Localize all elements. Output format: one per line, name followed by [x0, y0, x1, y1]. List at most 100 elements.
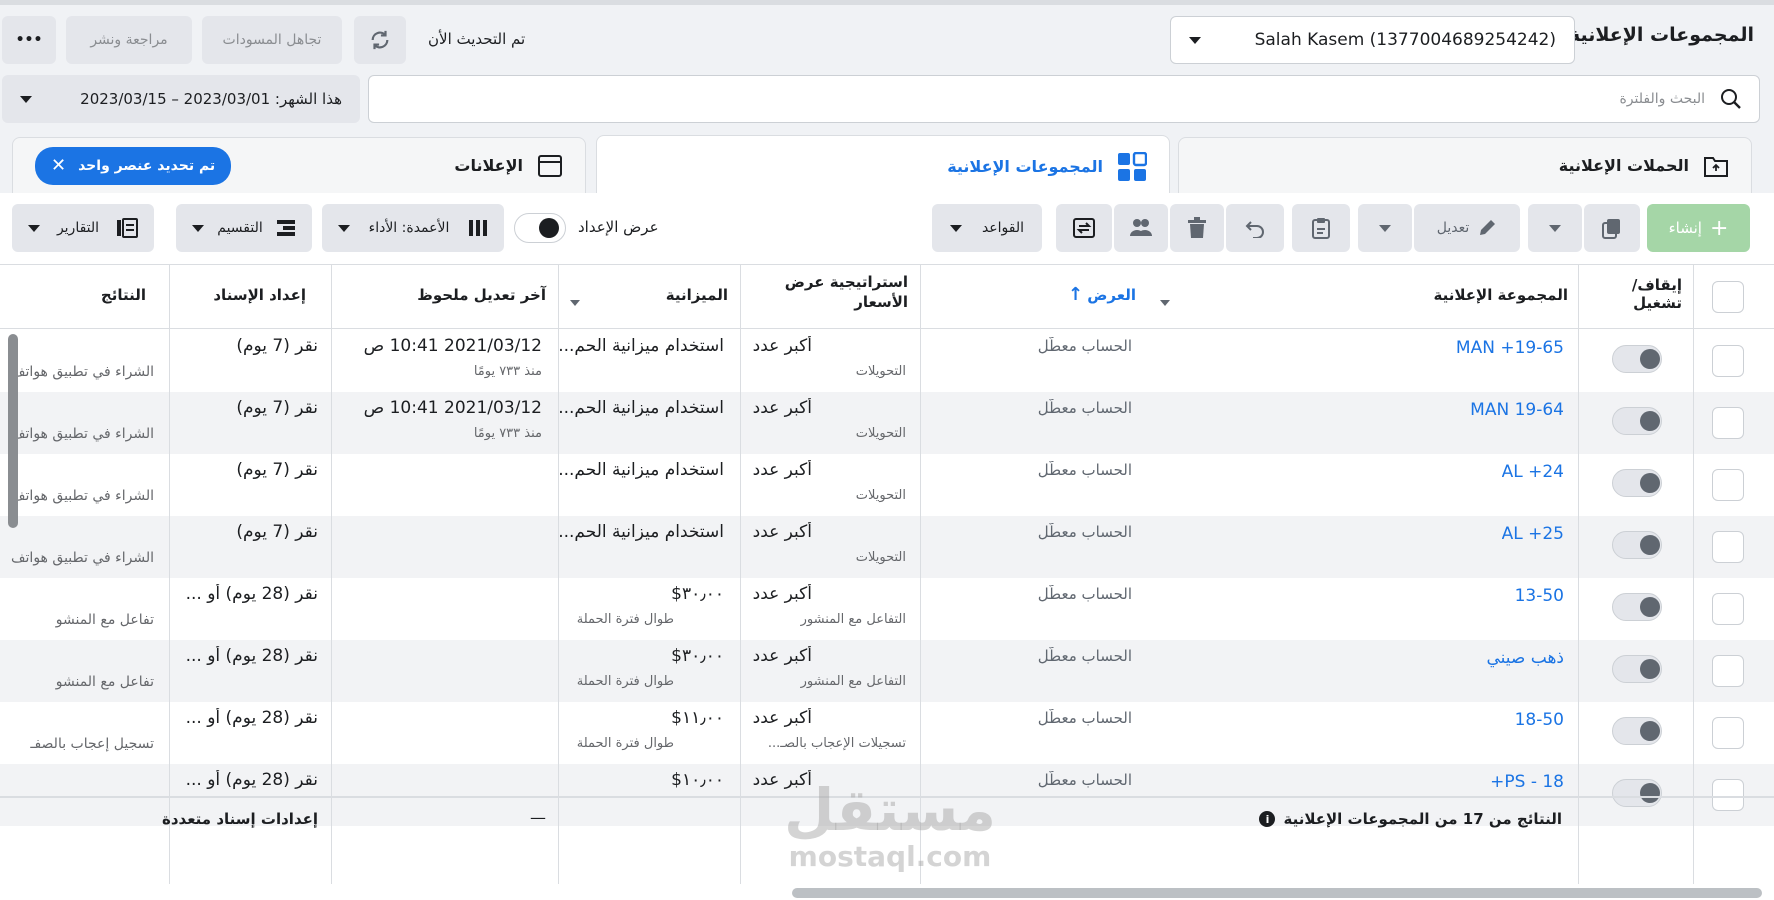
- col-budget-caret[interactable]: [570, 292, 580, 310]
- adset-name-link[interactable]: 19-65+ MAN: [1456, 338, 1564, 358]
- attribution-setting: نقر (7 يوم): [236, 522, 318, 542]
- review-publish-button[interactable]: مراجعة ونشر: [66, 16, 192, 64]
- table-row[interactable]: ذهب صيني الحساب معطّل أكبر عدد التفاعل مع ا…: [0, 640, 1774, 702]
- adset-name-link[interactable]: PS - 18+: [1490, 772, 1564, 792]
- tab-adsets[interactable]: المجموعات الإعلانية: [596, 135, 1170, 197]
- chevron-down-icon: [20, 95, 32, 103]
- budget: استخدام ميزانية الحم...: [558, 398, 724, 418]
- plus-icon: +: [1709, 215, 1729, 241]
- edit-button[interactable]: تعديل: [1414, 204, 1520, 252]
- col-toggle: إيقاف/ تشغيل: [1631, 276, 1682, 312]
- budget: استخدام ميزانية الحم...: [558, 460, 724, 480]
- selection-badge[interactable]: تم تحديد عنصر واحد ✕: [35, 146, 232, 185]
- row-toggle[interactable]: [1612, 407, 1662, 435]
- create-label: إنشاء: [1668, 219, 1702, 237]
- delivery-status: الحساب معطّل: [1037, 771, 1132, 789]
- attribution-setting: نقر (28 يوم) أو ...: [185, 646, 318, 666]
- chevron-down-icon: [1549, 224, 1561, 232]
- duplicate-dropdown[interactable]: [1528, 204, 1582, 252]
- bid-strategy-sub: تسجيلات الإعجاب بالصـ...: [767, 736, 906, 751]
- breakdown-button[interactable]: التقسيم: [176, 204, 312, 252]
- row-toggle[interactable]: [1612, 345, 1662, 373]
- table-row[interactable]: 19-64 MAN الحساب معطّل أكبر عدد التحويلات اس…: [0, 392, 1774, 454]
- breakdown-label: التقسيم: [217, 220, 263, 236]
- bid-strategy-sub: التحويلات: [855, 550, 906, 565]
- refresh-button[interactable]: [354, 16, 406, 64]
- table-row[interactable]: 25+ AL الحساب معطّل أكبر عدد التحويلات استخد…: [0, 516, 1774, 578]
- adset-name-link[interactable]: 19-64 MAN: [1470, 400, 1564, 420]
- delete-button[interactable]: [1170, 204, 1224, 252]
- col-separator: [331, 264, 332, 884]
- info-icon[interactable]: i: [1259, 811, 1276, 827]
- more-button[interactable]: •••: [2, 16, 56, 64]
- row-checkbox[interactable]: [1712, 469, 1744, 501]
- account-selector[interactable]: Salah Kasem (1377004689254242): [1170, 16, 1575, 64]
- table-row[interactable]: 13-50 الحساب معطّل أكبر عدد التفاعل مع المن…: [0, 578, 1774, 640]
- attribution-setting: نقر (28 يوم) أو ...: [185, 708, 318, 728]
- col-adset[interactable]: المجموعة الإعلانية: [1434, 286, 1568, 304]
- columns-button[interactable]: الأعمدة: الأداء: [322, 204, 504, 252]
- view-setup-toggle[interactable]: [514, 213, 566, 243]
- rules-button[interactable]: القواعد: [932, 204, 1042, 252]
- row-checkbox[interactable]: [1712, 531, 1744, 563]
- last-edit-ago: منذ ٧٣٣ يومًا: [473, 364, 542, 379]
- discard-drafts-button[interactable]: تجاهل المسودات: [202, 16, 342, 64]
- col-attribution: إعداد الإسناد: [213, 286, 306, 304]
- result-type: الشراء في تطبيق هواتف: [11, 550, 154, 566]
- row-checkbox[interactable]: [1712, 779, 1744, 811]
- result-type: تسجيل إعجاب بالصفـ: [30, 736, 154, 752]
- row-toggle[interactable]: [1612, 593, 1662, 621]
- tab-campaigns[interactable]: الحملات الإعلانية: [1178, 137, 1752, 193]
- row-checkbox[interactable]: [1712, 717, 1744, 749]
- footer-summary: النتائج من 17 من المجموعات الإعلانية i: [1259, 810, 1562, 828]
- adset-name-link[interactable]: 25+ AL: [1502, 524, 1564, 544]
- adset-name-link[interactable]: ذهب صيني: [1487, 648, 1565, 668]
- undo-button[interactable]: [1226, 204, 1284, 252]
- duplicate-button[interactable]: [1584, 204, 1640, 252]
- delivery-status: الحساب معطّل: [1037, 461, 1132, 479]
- tab-ads[interactable]: الإعلانات تم تحديد عنصر واحد ✕: [12, 137, 586, 193]
- row-checkbox[interactable]: [1712, 407, 1744, 439]
- row-toggle[interactable]: [1612, 531, 1662, 559]
- search-icon: [1721, 89, 1741, 109]
- budget: ٣٠٫٠٠$: [671, 584, 724, 604]
- table-row[interactable]: 18-50 الحساب معطّل أكبر عدد تسجيلات الإعجاب…: [0, 702, 1774, 764]
- search-bar[interactable]: البحث والفلترة: [368, 75, 1760, 123]
- create-button[interactable]: + إنشاء: [1647, 204, 1750, 252]
- row-checkbox[interactable]: [1712, 655, 1744, 687]
- search-input[interactable]: البحث والفلترة: [1619, 91, 1705, 107]
- row-toggle[interactable]: [1612, 655, 1662, 683]
- delivery-status: الحساب معطّل: [1037, 647, 1132, 665]
- bid-strategy-sub: التحويلات: [855, 488, 906, 503]
- footer-attribution: إعدادات إسناد متعددة: [162, 810, 318, 828]
- row-toggle[interactable]: [1612, 717, 1662, 745]
- ab-test-button[interactable]: [1114, 204, 1168, 252]
- row-toggle[interactable]: [1612, 779, 1662, 807]
- budget: ١١٫٠٠$: [671, 708, 724, 728]
- vertical-scrollbar[interactable]: [8, 334, 18, 528]
- copy-icon: [1602, 219, 1620, 239]
- adset-name-link[interactable]: 13-50: [1515, 586, 1564, 606]
- close-icon[interactable]: ✕: [51, 155, 66, 176]
- col-separator: [740, 264, 741, 884]
- row-toggle[interactable]: [1612, 469, 1662, 497]
- col-separator: [558, 264, 559, 884]
- table-row[interactable]: 19-65+ MAN الحساب معطّل أكبر عدد التحويلات ا…: [0, 330, 1774, 392]
- adset-name-link[interactable]: 24+ AL: [1502, 462, 1564, 482]
- col-adset-sort-caret[interactable]: [1160, 292, 1170, 310]
- select-all-checkbox[interactable]: [1712, 281, 1744, 313]
- adset-name-link[interactable]: 18-50: [1515, 710, 1564, 730]
- col-delivery[interactable]: العرض: [1087, 286, 1136, 304]
- edit-dropdown[interactable]: [1358, 204, 1412, 252]
- reports-button[interactable]: التقارير: [12, 204, 154, 252]
- row-checkbox[interactable]: [1712, 593, 1744, 625]
- row-checkbox[interactable]: [1712, 345, 1744, 377]
- paste-button[interactable]: [1292, 204, 1350, 252]
- budget: ١٠٫٠٠$: [671, 770, 724, 790]
- horizontal-scrollbar[interactable]: [792, 888, 1762, 898]
- date-range-picker[interactable]: هذا الشهر: 2023/03/01 – 2023/03/15: [2, 75, 360, 123]
- chevron-down-icon: [1379, 224, 1391, 232]
- table-row[interactable]: 24+ AL الحساب معطّل أكبر عدد التحويلات استخد…: [0, 454, 1774, 516]
- attribution-setting: نقر (28 يوم) أو ...: [185, 584, 318, 604]
- export-button[interactable]: [1056, 204, 1112, 252]
